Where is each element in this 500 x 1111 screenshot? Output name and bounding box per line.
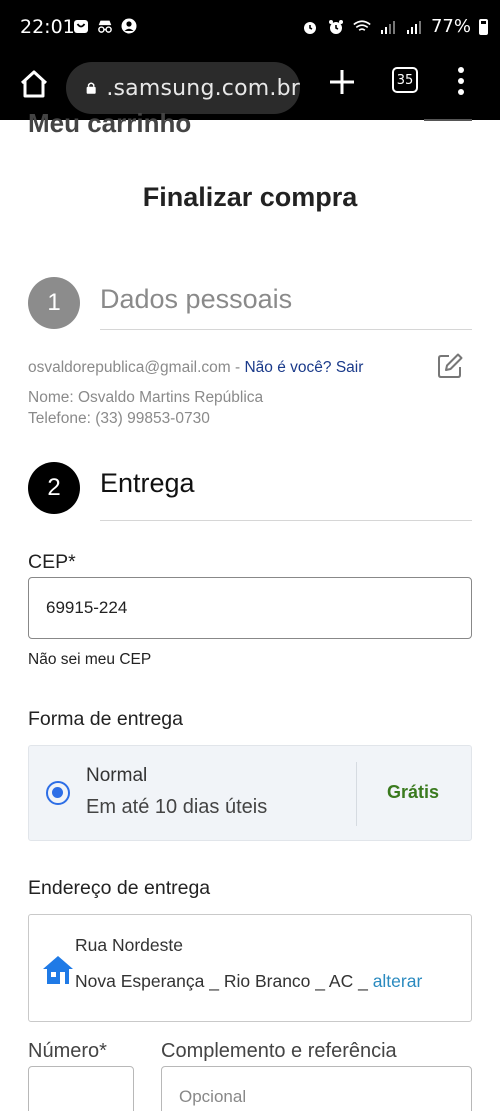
cep-input[interactable]: 69915-224	[28, 577, 472, 639]
address-street: Rua Nordeste	[75, 935, 183, 955]
page-title: Finalizar compra	[142, 182, 358, 212]
delivery-address-label: Endereço de entrega	[28, 877, 211, 899]
status-time: 22:01	[20, 16, 75, 38]
tab-switcher-button[interactable]: 35	[392, 67, 418, 93]
account-icon	[120, 17, 138, 35]
battery-icon	[479, 18, 488, 35]
shipping-price: Grátis	[387, 782, 440, 802]
new-tab-plus-icon[interactable]	[328, 68, 356, 96]
cep-label: CEP*	[28, 551, 76, 573]
status-bar: 22:01 77%	[0, 0, 500, 56]
lock-icon	[86, 82, 96, 94]
step1-title: Dados pessoais	[100, 284, 293, 314]
signal-icon	[379, 18, 397, 36]
notification-icons	[72, 17, 138, 35]
user-name: Nome: Osvaldo Martins República	[28, 389, 264, 406]
overflow-menu-icon[interactable]	[452, 66, 470, 96]
step2-divider	[100, 520, 472, 521]
user-email: osvaldorepublica@gmail.com	[28, 359, 231, 376]
shipping-option-eta: Em até 10 dias úteis	[86, 796, 268, 818]
alarm-clock-icon	[327, 18, 345, 36]
complement-placeholder: Opcional	[179, 1087, 247, 1106]
step1-divider	[100, 329, 472, 330]
cep-value: 69915-224	[46, 598, 128, 617]
delivery-address-card: Rua Nordeste Nova Esperança _ Rio Branco…	[28, 914, 472, 1022]
address-city-line: Nova Esperança _ Rio Branco _ AC _ alter…	[75, 971, 422, 992]
system-icons: 77%	[301, 16, 488, 37]
not-you-logout-link[interactable]: Não é você? Sair	[244, 359, 363, 376]
shipping-option-card[interactable]: Normal Em até 10 dias úteis Grátis	[28, 745, 472, 841]
signal-icon-2	[405, 18, 423, 36]
shopping-bag-icon	[72, 17, 90, 35]
email-row: osvaldorepublica@gmail.com - Não é você?…	[28, 359, 363, 377]
home-icon[interactable]	[18, 68, 50, 100]
shipping-radio-selected[interactable]	[46, 781, 70, 805]
url-text: .samsung.com.br	[106, 75, 300, 101]
wifi-icon	[353, 18, 371, 36]
shipping-method-label: Forma de entrega	[28, 708, 184, 730]
header-underline	[424, 119, 472, 121]
url-bar[interactable]: .samsung.com.br	[66, 62, 300, 114]
complement-input[interactable]: Opcional	[161, 1066, 472, 1111]
incognito-icon	[96, 17, 114, 35]
edit-icon[interactable]	[436, 352, 464, 380]
step2-title: Entrega	[100, 468, 195, 498]
shipping-divider	[356, 762, 357, 826]
change-address-link[interactable]: alterar	[373, 971, 423, 991]
step2-number-badge: 2	[28, 462, 80, 514]
email-separator: -	[230, 359, 245, 376]
battery-percentage: 77%	[430, 16, 471, 37]
number-label: Número*	[28, 1040, 107, 1062]
user-phone: Telefone: (33) 99853-0730	[28, 410, 210, 427]
alarm-icon	[301, 18, 319, 36]
cep-help-link[interactable]: Não sei meu CEP	[28, 651, 151, 669]
step1-number-badge: 1	[28, 277, 80, 329]
shipping-option-name: Normal	[86, 765, 148, 786]
address-city: Nova Esperança _ Rio Branco _ AC _	[75, 971, 368, 991]
house-icon	[43, 956, 73, 984]
cart-header-cut: Meu carrinho	[28, 108, 192, 138]
number-input[interactable]	[28, 1066, 134, 1111]
complement-label: Complemento e referência	[161, 1040, 397, 1062]
